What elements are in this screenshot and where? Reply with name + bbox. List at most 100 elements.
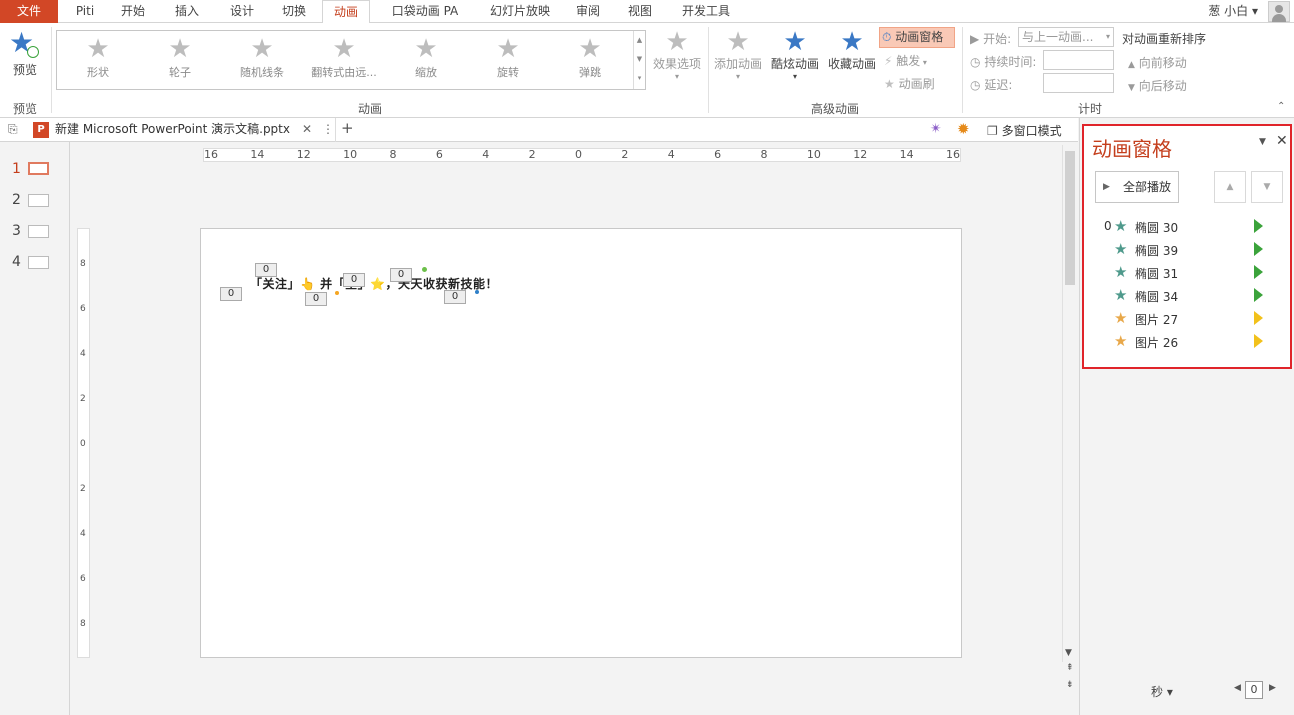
animation-list-item[interactable]: ★ 椭圆 39 bbox=[1084, 239, 1290, 262]
slide-thumbnails: 1 2 3 4 bbox=[0, 142, 70, 715]
shape-star-icon: ★ bbox=[86, 34, 110, 64]
clock-icon: ◷ bbox=[970, 78, 981, 92]
cool-animation-icon: ★ bbox=[783, 27, 807, 57]
more-icon[interactable]: ⋮ bbox=[322, 118, 334, 141]
favorite-animation-button[interactable]: ★ 收藏动画 bbox=[825, 29, 879, 72]
ribbon-tab-bar: 文件 Piti 开始 插入 设计 切换 动画 口袋动画 PA 幻灯片放映 审阅 … bbox=[0, 0, 1294, 24]
move-later-button[interactable]: ▼ 向后移动 bbox=[1128, 77, 1187, 94]
ruler-label: 2 bbox=[80, 484, 86, 494]
document-list-icon[interactable]: ⎘ bbox=[8, 122, 18, 137]
play-all-button[interactable]: ▶ 全部播放 bbox=[1095, 171, 1179, 203]
timeline-zoom[interactable]: 0 bbox=[1245, 681, 1263, 699]
scroll-down-icon[interactable]: ▼ bbox=[1065, 648, 1072, 658]
tab-piti[interactable]: Piti bbox=[68, 0, 102, 23]
close-icon[interactable]: ✕ bbox=[1276, 133, 1288, 149]
animation-tag[interactable]: 0 bbox=[444, 290, 466, 304]
slide-thumbnail-2[interactable] bbox=[28, 194, 49, 207]
animation-list-item[interactable]: ★ 椭圆 34 bbox=[1084, 285, 1290, 308]
tab-file[interactable]: 文件 bbox=[0, 0, 58, 23]
bounce-star-icon: ★ bbox=[578, 34, 602, 64]
preview-button[interactable]: ★ 预览 bbox=[4, 29, 46, 89]
group-label-advanced: 高级动画 bbox=[810, 102, 859, 116]
slide-thumbnail-4[interactable] bbox=[28, 256, 49, 269]
tab-review[interactable]: 审阅 bbox=[568, 0, 608, 23]
tab-developer[interactable]: 开发工具 bbox=[674, 0, 738, 23]
vertical-scrollbar[interactable]: ▼ bbox=[1062, 145, 1076, 662]
slide-number: 2 bbox=[12, 192, 21, 208]
tab-insert[interactable]: 插入 bbox=[167, 0, 207, 23]
zoom-in-icon[interactable]: ▶ bbox=[1269, 683, 1276, 693]
animation-painter-button[interactable]: ★ 动画刷 bbox=[884, 75, 935, 92]
start-select[interactable]: 与上一动画... ▾ bbox=[1018, 27, 1114, 47]
slide-thumbnail-1[interactable] bbox=[28, 162, 49, 175]
ruler-label: 4 bbox=[80, 349, 86, 359]
ruler-label: 2 bbox=[80, 394, 86, 404]
effect-options-button[interactable]: ★ 效果选项 ▾ bbox=[650, 29, 704, 81]
close-icon[interactable]: ✕ bbox=[302, 118, 312, 141]
user-name[interactable]: 葱 小白 ▾ bbox=[1208, 0, 1258, 22]
group-label-animation: 动画 bbox=[357, 102, 382, 116]
cool-animation-button[interactable]: ★ 酷炫动画 ▾ bbox=[768, 29, 822, 81]
gallery-item-wheel[interactable]: ★ 轮子 bbox=[139, 31, 221, 89]
tab-slideshow[interactable]: 幻灯片放映 bbox=[480, 0, 560, 23]
duration-label: ◷ 持续时间: bbox=[970, 55, 1037, 69]
animation-gallery: ★ 形状 ★ 轮子 ★ 随机线条 ★ 翻转式由远... ★ 缩放 ★ 旋转 ★ 弹跳 ▲ ▼ ▾ bbox=[56, 30, 646, 90]
tab-pocket-animation[interactable]: 口袋动画 PA bbox=[385, 0, 465, 23]
document-tab[interactable]: P 新建 Microsoft PowerPoint 演示文稿.pptx ✕ ⋮ bbox=[30, 118, 336, 142]
move-down-button[interactable]: ▼ bbox=[1251, 171, 1283, 203]
animation-list-item[interactable]: ★ 椭圆 31 bbox=[1084, 262, 1290, 285]
ruler-label: 10 bbox=[343, 148, 358, 161]
slide-thumbnail-3[interactable] bbox=[28, 225, 49, 238]
animation-tag[interactable]: 0 bbox=[255, 263, 277, 277]
gallery-item-grow-turn[interactable]: ★ 翻转式由远... bbox=[303, 31, 385, 89]
delay-input[interactable] bbox=[1043, 73, 1114, 93]
magic-icon[interactable]: ✴ bbox=[930, 121, 942, 137]
gallery-item-bounce[interactable]: ★ 弹跳 bbox=[549, 31, 631, 89]
animation-list-item[interactable]: ★ 图片 27 bbox=[1084, 308, 1290, 331]
ruler-label: 6 bbox=[80, 574, 86, 584]
ruler-label: 4 bbox=[482, 148, 490, 161]
gear-icon[interactable]: ✹ bbox=[957, 120, 970, 138]
animation-list-item[interactable]: 0 ★ 椭圆 30 bbox=[1084, 216, 1290, 239]
zoom-out-icon[interactable]: ◀ bbox=[1234, 683, 1241, 693]
horizontal-ruler: 16 14 12 10 8 6 4 2 0 2 4 6 8 10 12 14 16 bbox=[203, 148, 961, 162]
animation-list-item[interactable]: ★ 图片 26 bbox=[1084, 331, 1290, 354]
ruler-label: 16 bbox=[204, 148, 218, 161]
ruler-label: 8 bbox=[80, 259, 86, 269]
next-slide-icon[interactable]: ⇟ bbox=[1066, 680, 1074, 690]
gallery-item-random-bars[interactable]: ★ 随机线条 bbox=[221, 31, 303, 89]
tab-view[interactable]: 视图 bbox=[620, 0, 660, 23]
pane-menu-icon[interactable]: ▼ bbox=[1259, 137, 1266, 147]
prev-slide-icon[interactable]: ⇞ bbox=[1066, 663, 1074, 673]
multiwindow-button[interactable]: ❐ 多窗口模式 bbox=[987, 122, 1062, 139]
tab-transitions[interactable]: 切换 bbox=[274, 0, 314, 23]
tab-design[interactable]: 设计 bbox=[222, 0, 262, 23]
timeline-marker-icon bbox=[1254, 334, 1263, 348]
collapse-ribbon-icon[interactable]: ⌃ bbox=[1277, 101, 1285, 112]
trigger-button[interactable]: ⚡ 触发 ▾ bbox=[884, 52, 927, 69]
animation-tag[interactable]: 0 bbox=[305, 292, 327, 306]
gallery-scroll[interactable]: ▲ ▼ ▾ bbox=[633, 31, 645, 89]
tab-home[interactable]: 开始 bbox=[113, 0, 153, 23]
animation-tag[interactable]: 0 bbox=[390, 268, 412, 282]
seconds-dropdown[interactable]: 秒 ▾ bbox=[1151, 683, 1173, 700]
avatar[interactable] bbox=[1268, 1, 1290, 22]
animation-pane-button[interactable]: ⏱ 动画窗格 bbox=[879, 27, 955, 48]
gallery-item-shape[interactable]: ★ 形状 bbox=[57, 31, 139, 89]
move-earlier-button[interactable]: ▲ 向前移动 bbox=[1128, 54, 1187, 71]
favorite-animation-icon: ★ bbox=[840, 27, 864, 57]
tab-animations[interactable]: 动画 bbox=[322, 0, 370, 24]
ribbon: ★ 预览 预览 ★ 形状 ★ 轮子 ★ 随机线条 ★ 翻转式由远... ★ 缩放 ★ 旋转 … bbox=[0, 23, 1294, 118]
new-tab-icon[interactable]: + bbox=[341, 119, 354, 137]
gallery-item-zoom[interactable]: ★ 缩放 bbox=[385, 31, 467, 89]
move-up-button[interactable]: ▲ bbox=[1214, 171, 1246, 203]
animation-tag[interactable]: 0 bbox=[220, 287, 242, 301]
add-animation-button[interactable]: ★ 添加动画 ▾ bbox=[711, 29, 765, 81]
chevron-down-icon: ▾ bbox=[1105, 32, 1110, 41]
scroll-thumb[interactable] bbox=[1065, 151, 1075, 285]
animation-tag[interactable]: 0 bbox=[343, 273, 365, 287]
preview-button-label: 预览 bbox=[12, 63, 37, 77]
duration-input[interactable] bbox=[1043, 50, 1114, 70]
timeline-marker-icon bbox=[1254, 219, 1263, 233]
gallery-item-swivel[interactable]: ★ 旋转 bbox=[467, 31, 549, 89]
